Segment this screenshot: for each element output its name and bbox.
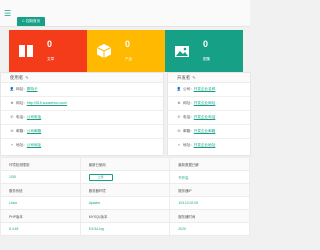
book-icon — [9, 30, 43, 72]
usage-panel: 使用者 ✎ 👤 网站：赛特卡 ⊕ 网址：http://515.suosehoo.com… — [0, 72, 164, 156]
developer-panel: 开发者 ✎ 👤 公司：开发企业名称 ⊕ 网址：开发企业网址 ✆ 电话：开发企业电话 ✉ 邮… — [167, 72, 251, 156]
developer-row-value[interactable]: 开发企业名称 — [194, 87, 216, 91]
developer-row-key: 电话： — [183, 115, 194, 119]
developer-row-value[interactable]: 开发企业电话 — [194, 115, 216, 119]
table-cell: 1GB — [0, 170, 81, 184]
tab-dashboard-label: 控制首页 — [25, 19, 41, 23]
edit-icon[interactable]: ✎ — [25, 75, 28, 80]
developer-row-value[interactable]: 开发企业邮箱 — [194, 129, 216, 133]
usage-row-value[interactable]: http://515.suosehoo.com/ — [27, 101, 67, 105]
image-icon — [165, 30, 199, 72]
developer-row-key: 地址： — [183, 143, 194, 147]
table-cell: 5.4.45 — [0, 222, 81, 236]
usage-row-value[interactable]: 公司邮箱 — [27, 129, 41, 133]
table-cell: 服务器IP — [169, 183, 250, 197]
developer-row: ⊕ 网址：开发企业网址 — [168, 97, 250, 111]
phone-icon: ✆ — [177, 115, 181, 119]
envelope-icon: ✉ — [177, 129, 181, 133]
table-row: Linux Apache 103.10.02.00 — [0, 196, 250, 210]
developer-panel-header: 开发者 ✎ — [168, 73, 250, 83]
stat-card-products[interactable]: 0 产品 — [87, 30, 165, 72]
usage-panel-header: 使用者 ✎ — [1, 73, 163, 83]
usage-row: 👤 网站：赛特卡 — [1, 83, 163, 97]
table-cell: Linux — [0, 196, 81, 210]
top-bar: ☰ ⌂控制首页 — [0, 0, 250, 27]
developer-row-value[interactable]: 开发企业网址 — [194, 101, 216, 105]
stat-articles-value: 0 — [47, 39, 53, 49]
usage-row-key: 邮箱： — [16, 129, 27, 133]
table-cell: PHP版本 — [0, 209, 81, 223]
table-cell: 服务器环境 — [79, 183, 171, 197]
table-cell: 5.5.54-log — [79, 222, 171, 236]
usage-row: ⌖ 地址：公司地址 — [1, 139, 163, 152]
table-cell: 服务系统 — [0, 183, 81, 197]
table-cell: 环境检测限制 — [0, 157, 81, 171]
stat-card-galleries[interactable]: 0 图集 — [165, 30, 243, 72]
usage-row-key: 网址： — [16, 101, 27, 105]
usage-row: ✆ 电话：公司电话 — [1, 111, 163, 125]
table-row: 服务系统 服务器环境 服务器IP — [0, 183, 250, 197]
table-row: 环境检测限制 最新已使用 最新数据已解 — [0, 157, 250, 171]
upload-check-button[interactable]: 上传 — [88, 173, 113, 181]
usage-row-value[interactable]: 公司电话 — [27, 115, 41, 119]
envelope-icon: ✉ — [10, 129, 14, 133]
usage-row-key: 地址： — [16, 143, 27, 147]
stat-products-value: 0 — [125, 39, 131, 49]
developer-row: ✆ 电话：开发企业电话 — [168, 111, 250, 125]
table-cell: Apache — [79, 196, 171, 210]
box-icon — [87, 30, 121, 72]
usage-row-value[interactable]: 赛特卡 — [27, 87, 38, 91]
edit-icon[interactable]: ✎ — [192, 75, 195, 80]
table-cell: 服务器时间 — [169, 209, 250, 223]
usage-row-value[interactable]: 公司地址 — [27, 143, 41, 147]
usage-panel-title: 使用者 — [10, 75, 24, 80]
location-icon: ⌖ — [10, 143, 14, 147]
developer-row-key: 网址： — [183, 101, 194, 105]
developer-row-key: 公司： — [183, 87, 194, 91]
stat-card-articles[interactable]: 0 文章 — [9, 30, 87, 72]
table-cell: 上传 — [79, 170, 171, 184]
table-cell: 不开启 — [169, 170, 250, 184]
user-icon: 👤 — [9, 87, 15, 91]
usage-row-key: 网站： — [16, 87, 27, 91]
globe-icon: ⊕ — [10, 101, 14, 105]
table-row: 1GB 上传 不开启 — [0, 170, 250, 184]
developer-row-value[interactable]: 开发企业地址 — [194, 143, 216, 147]
stat-products-label: 产品 — [125, 57, 133, 61]
menu-icon[interactable]: ☰ — [4, 9, 14, 19]
stat-articles-label: 文章 — [47, 57, 55, 61]
developer-row-key: 邮箱： — [183, 129, 194, 133]
table-cell: 2020 — [169, 222, 250, 236]
phone-icon: ✆ — [10, 115, 14, 119]
developer-row: ⌖ 地址：开发企业地址 — [168, 139, 250, 152]
developer-row: 👤 公司：开发企业名称 — [168, 83, 250, 97]
usage-row: ⊕ 网址：http://515.suosehoo.com/ — [1, 97, 163, 111]
usage-row-key: 电话： — [16, 115, 27, 119]
table-cell: 最新数据已解 — [169, 157, 250, 171]
usage-row: ✉ 邮箱：公司邮箱 — [1, 125, 163, 139]
user-icon: 👤 — [176, 87, 182, 91]
stat-galleries-label: 图集 — [203, 57, 211, 61]
developer-row: ✉ 邮箱：开发企业邮箱 — [168, 125, 250, 139]
table-cell: 最新已使用 — [79, 157, 171, 171]
location-icon: ⌖ — [177, 143, 181, 147]
home-icon: ⌂ — [21, 18, 25, 24]
stat-galleries-value: 0 — [203, 39, 209, 49]
table-row: 5.4.45 5.5.54-log 2020 — [0, 222, 250, 236]
developer-panel-title: 开发者 — [177, 75, 191, 80]
globe-icon: ⊕ — [177, 101, 181, 105]
system-info-table: 环境检测限制 最新已使用 最新数据已解 1GB 上传 不开启 服务系统 服务器环… — [0, 157, 250, 236]
tab-dashboard[interactable]: ⌂控制首页 — [17, 17, 45, 26]
table-cell: MYSQL版本 — [79, 209, 171, 223]
table-cell: 103.10.02.00 — [169, 196, 250, 210]
table-row: PHP版本 MYSQL版本 服务器时间 — [0, 209, 250, 223]
